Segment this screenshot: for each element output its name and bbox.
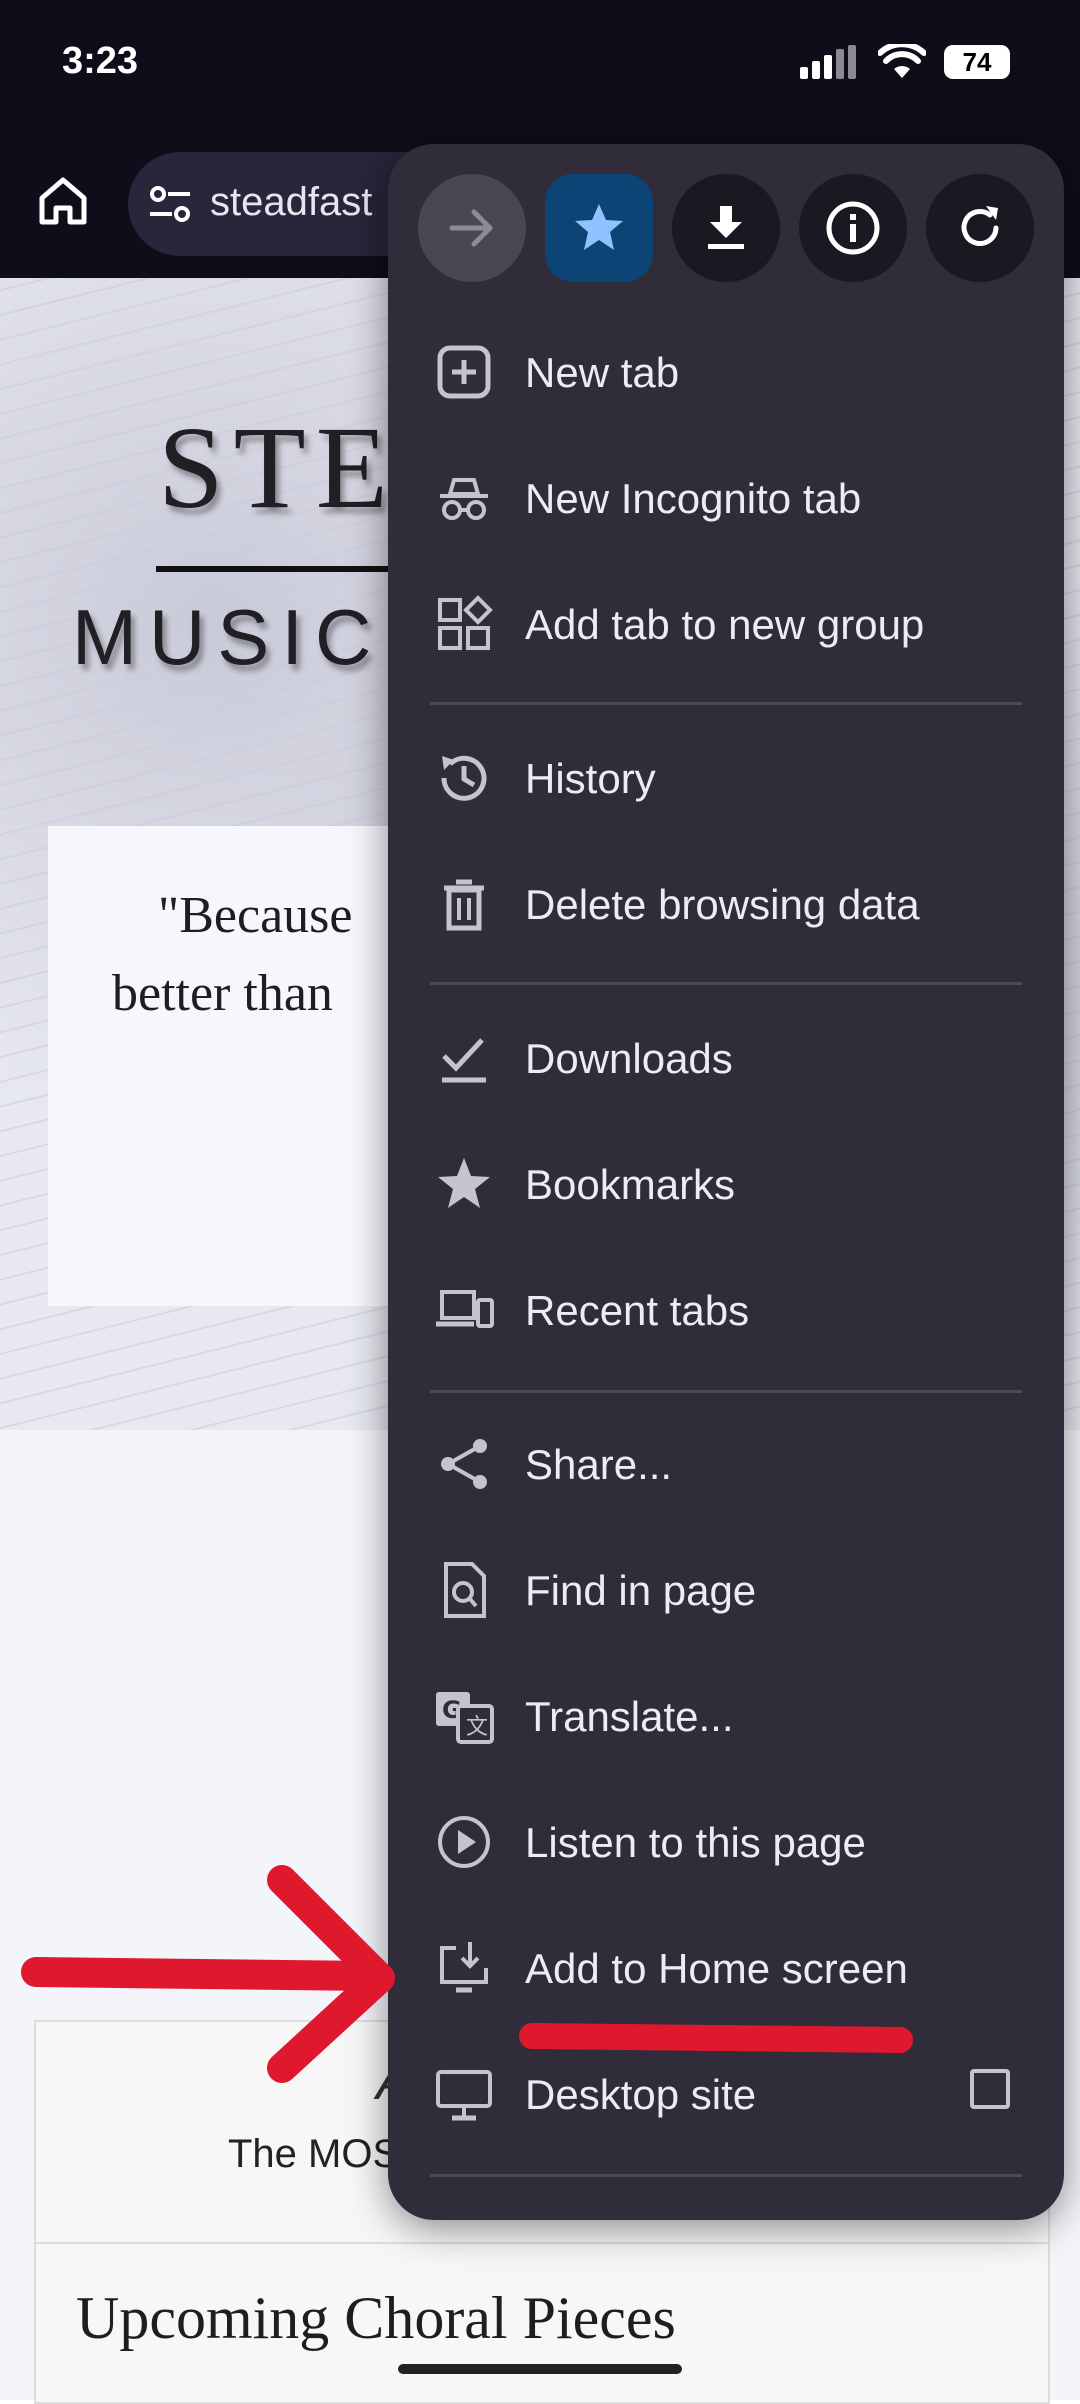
menu-divider <box>430 2174 1022 2177</box>
menu-action-row <box>418 174 1038 282</box>
menu-item-label: Recent tabs <box>525 1287 750 1334</box>
menu-item-share[interactable]: Share... <box>388 1401 1064 1527</box>
forward-button[interactable] <box>418 174 526 282</box>
menu-item-add-to-home-screen[interactable]: Add to Home screen <box>388 1905 1064 2031</box>
plus-box-icon <box>437 345 491 399</box>
star-icon <box>575 204 623 250</box>
incognito-icon <box>440 478 488 520</box>
svg-text:文: 文 <box>466 1715 488 1740</box>
menu-item-label: Add to Home screen <box>525 1945 908 1992</box>
overflow-menu: New tab New Incognito tab Add tab to new… <box>388 144 1064 2220</box>
status-bar: 3:23 74 <box>0 0 1080 130</box>
menu-item-delete-browsing-data[interactable]: Delete browsing data <box>388 841 1064 967</box>
download-icon <box>708 206 744 249</box>
desktop-site-checkbox[interactable] <box>970 2069 1010 2109</box>
menu-item-new-incognito-tab[interactable]: New Incognito tab <box>388 435 1064 561</box>
menu-item-label: Downloads <box>525 1035 733 1082</box>
reload-button[interactable] <box>926 174 1034 282</box>
menu-item-label: Delete browsing data <box>525 881 920 928</box>
home-indicator[interactable] <box>398 2364 682 2374</box>
play-circle-icon <box>438 1816 490 1868</box>
menu-item-label: Listen to this page <box>525 1819 866 1866</box>
site-settings-icon[interactable] <box>146 180 194 228</box>
battery-indicator: 74 <box>944 45 1010 79</box>
menu-item-translate[interactable]: G 文 Translate... <box>388 1653 1064 1779</box>
url-text[interactable]: steadfast <box>210 180 372 225</box>
find-in-page-icon <box>444 1562 486 1618</box>
add-to-home-icon <box>440 1942 488 1993</box>
menu-item-recent-tabs[interactable]: Recent tabs <box>388 1247 1064 1373</box>
bookmark-button[interactable] <box>545 174 653 282</box>
logo-subtitle: MUSIC <box>72 593 384 681</box>
info-icon <box>826 201 880 255</box>
history-icon <box>441 755 487 801</box>
page-info-button[interactable] <box>799 174 907 282</box>
menu-item-label: Add tab to new group <box>525 601 925 648</box>
devices-icon <box>436 1290 494 1328</box>
menu-item-listen[interactable]: Listen to this page <box>388 1779 1064 1905</box>
menu-item-bookmarks[interactable]: Bookmarks <box>388 1121 1064 1247</box>
menu-divider <box>430 702 1022 705</box>
quote-line-2: better than <box>112 965 333 1022</box>
menu-item-label: Share... <box>525 1441 673 1488</box>
download-check-icon <box>442 1038 486 1083</box>
menu-item-add-tab-to-group[interactable]: Add tab to new group <box>388 561 1064 687</box>
monitor-icon <box>436 2070 492 2121</box>
menu-item-label: History <box>525 755 656 802</box>
download-button[interactable] <box>672 174 780 282</box>
menu-item-label: Desktop site <box>525 2071 757 2118</box>
signal-icon <box>800 45 856 79</box>
menu-item-downloads[interactable]: Downloads <box>388 995 1064 1121</box>
status-time: 3:23 <box>62 40 139 82</box>
star-icon <box>438 1158 490 1208</box>
menu-item-new-tab[interactable]: New tab <box>388 309 1064 435</box>
reload-icon <box>961 206 999 246</box>
translate-icon: G 文 <box>436 1692 494 1744</box>
trash-icon <box>444 879 484 931</box>
status-icons: 74 <box>800 44 1010 80</box>
menu-item-find-in-page[interactable]: Find in page <box>388 1527 1064 1653</box>
share-icon <box>441 1439 487 1489</box>
logo-title: STE <box>158 402 398 533</box>
tab-group-icon <box>438 595 493 650</box>
menu-item-label: New tab <box>525 349 680 396</box>
quote-line-1: "Because <box>158 887 353 944</box>
home-icon[interactable] <box>34 172 92 230</box>
arrow-right-icon <box>449 209 493 247</box>
menu-divider <box>430 982 1022 985</box>
wifi-icon <box>878 44 926 78</box>
menu-item-label: New Incognito tab <box>525 475 862 522</box>
card-heading: Upcoming Choral Pieces <box>76 2285 676 2351</box>
menu-divider <box>430 1390 1022 1393</box>
menu-item-history[interactable]: History <box>388 715 1064 841</box>
menu-item-desktop-site[interactable]: Desktop site <box>388 2031 1064 2157</box>
menu-item-label: Bookmarks <box>525 1161 736 1208</box>
card-divider <box>36 2242 1048 2244</box>
card-text: The MOS <box>228 2132 400 2176</box>
menu-item-label: Translate... <box>525 1693 734 1740</box>
menu-item-label: Find in page <box>525 1567 757 1614</box>
